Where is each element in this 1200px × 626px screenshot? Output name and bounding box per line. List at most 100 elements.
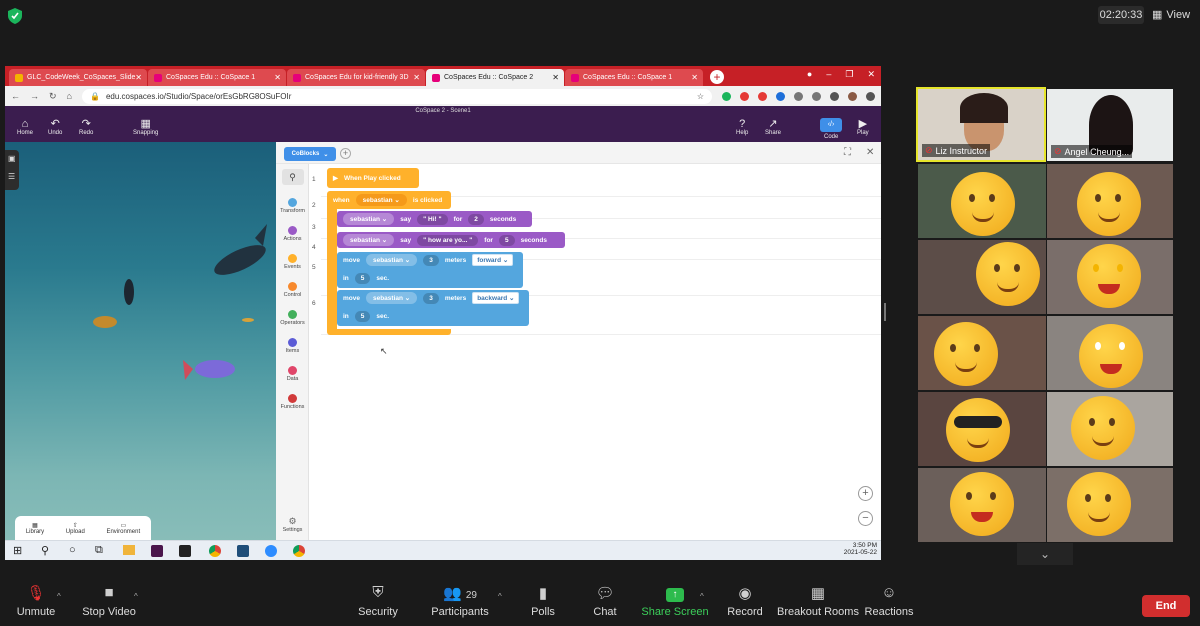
category-control[interactable]: Control bbox=[276, 282, 309, 298]
expand-icon[interactable]: ⛶ bbox=[844, 147, 851, 158]
object-dropdown[interactable]: sebastian ⌄ bbox=[365, 254, 418, 266]
direction-dropdown[interactable]: forward ⌄ bbox=[472, 254, 514, 266]
help-button[interactable]: ? Help bbox=[736, 119, 748, 137]
stop-video-button[interactable]: ■ Stop Video bbox=[64, 584, 154, 618]
browser-tab-active[interactable]: CoSpaces Edu :: CoSpace 2 ✕ bbox=[426, 69, 564, 86]
fish-sebastian[interactable] bbox=[195, 360, 235, 378]
code-workspace[interactable]: 1 2 3 4 5 6 ▶ When Play clicked when sebas… bbox=[309, 164, 881, 540]
browser-tab[interactable]: GLC_CodeWeek_CoSpaces_Slide ✕ bbox=[9, 69, 147, 86]
dolphin[interactable] bbox=[210, 239, 269, 281]
system-clock[interactable]: 3:50 PM 2021-05-22 bbox=[841, 542, 877, 556]
extension-icon[interactable] bbox=[775, 91, 785, 101]
close-window-icon[interactable]: ✕ bbox=[867, 69, 875, 80]
category-events[interactable]: Events bbox=[276, 254, 309, 270]
windows-start-icon[interactable]: ⊞ bbox=[13, 544, 22, 557]
close-icon[interactable]: ✕ bbox=[413, 73, 420, 82]
participant-video[interactable] bbox=[918, 392, 1046, 466]
participant-video[interactable] bbox=[1047, 164, 1173, 238]
category-actions[interactable]: Actions bbox=[276, 226, 309, 242]
participant-video[interactable]: ⊘ Angel Cheung... bbox=[1047, 89, 1173, 161]
zoom-icon[interactable] bbox=[265, 545, 277, 557]
reactions-button[interactable]: ☺ Reactions bbox=[844, 584, 934, 618]
participant-video[interactable] bbox=[1047, 468, 1173, 542]
puzzle-icon[interactable] bbox=[829, 91, 839, 101]
when-play-clicked-block[interactable]: ▶ When Play clicked bbox=[327, 168, 419, 188]
chrome-icon[interactable] bbox=[209, 545, 221, 557]
close-icon[interactable]: ✕ bbox=[866, 147, 874, 158]
number-input[interactable]: 5 bbox=[354, 310, 371, 322]
snapping-button[interactable]: ▦ Snapping bbox=[133, 119, 158, 137]
library-button[interactable]: ▦ Library bbox=[26, 522, 44, 535]
avatar-icon[interactable] bbox=[847, 91, 857, 101]
security-button[interactable]: ⛨ Security bbox=[333, 584, 423, 618]
back-icon[interactable]: ← bbox=[11, 91, 20, 101]
caret-up-icon[interactable]: ^ bbox=[57, 592, 61, 601]
home-button[interactable]: ⌂ Home bbox=[17, 119, 33, 137]
category-data[interactable]: Data bbox=[276, 366, 309, 382]
share-button[interactable]: ↗ Share bbox=[765, 119, 781, 137]
close-icon[interactable]: ✕ bbox=[552, 73, 559, 82]
close-icon[interactable]: ✕ bbox=[691, 73, 698, 82]
close-icon[interactable]: ✕ bbox=[274, 73, 281, 82]
gallery-next-page-button[interactable]: ⌄ bbox=[1017, 543, 1073, 565]
menu-icon[interactable] bbox=[865, 91, 875, 101]
extension-icon[interactable] bbox=[793, 91, 803, 101]
participant-video[interactable] bbox=[918, 240, 1046, 314]
number-input[interactable]: 2 bbox=[468, 213, 484, 225]
extension-icon[interactable] bbox=[721, 91, 731, 101]
slack-icon[interactable] bbox=[151, 545, 163, 557]
coblocks-tab[interactable]: CoBlocks ⌄ bbox=[284, 147, 336, 161]
text-input[interactable]: " Hi! " bbox=[417, 213, 448, 225]
browser-tab[interactable]: CoSpaces Edu :: CoSpace 1 ✕ bbox=[148, 69, 286, 86]
panel-divider[interactable] bbox=[884, 303, 886, 321]
participant-video[interactable] bbox=[1047, 240, 1173, 314]
extension-icon[interactable] bbox=[811, 91, 821, 101]
task-view-icon[interactable]: ⧉ bbox=[95, 544, 103, 557]
caret-up-icon[interactable]: ^ bbox=[134, 592, 138, 601]
browser-tab[interactable]: CoSpaces Edu for kid-friendly 3D ✕ bbox=[287, 69, 425, 86]
forward-icon[interactable]: → bbox=[30, 91, 39, 101]
upload-button[interactable]: ⇧ Upload bbox=[66, 522, 85, 535]
category-operators[interactable]: Operators bbox=[276, 310, 309, 326]
zoom-out-button[interactable]: − bbox=[858, 511, 873, 526]
view-button[interactable]: ▦ View bbox=[1152, 6, 1190, 24]
category-items[interactable]: Items bbox=[276, 338, 309, 354]
direction-dropdown[interactable]: backward ⌄ bbox=[472, 292, 520, 304]
text-input[interactable]: " how are yo... " bbox=[417, 234, 479, 246]
object-dropdown[interactable]: sebastian ⌄ bbox=[343, 234, 395, 246]
category-transform[interactable]: Transform bbox=[276, 198, 309, 214]
participant-video[interactable] bbox=[918, 468, 1046, 542]
chrome-icon[interactable] bbox=[293, 545, 305, 557]
play-button[interactable]: ▶ Play bbox=[857, 119, 869, 137]
code-button[interactable]: ‹/› bbox=[820, 118, 842, 132]
profile-icon[interactable]: ● bbox=[807, 69, 812, 80]
object-dropdown[interactable]: sebastian ⌄ bbox=[343, 213, 395, 225]
say-block[interactable]: sebastian ⌄ say " Hi! " for 2 seconds bbox=[337, 211, 532, 227]
settings-button[interactable]: ⚙ Settings bbox=[276, 516, 309, 533]
environment-button[interactable]: ▭ Environment bbox=[106, 522, 140, 535]
number-input[interactable]: 5 bbox=[354, 272, 371, 284]
undo-button[interactable]: ↶ Undo bbox=[48, 119, 62, 137]
number-input[interactable]: 3 bbox=[423, 254, 439, 266]
participant-video-active[interactable]: ⊘ Liz Instructor bbox=[916, 87, 1046, 162]
end-meeting-button[interactable]: End bbox=[1142, 595, 1190, 617]
home-icon[interactable]: ⌂ bbox=[67, 91, 72, 101]
file-explorer-icon[interactable] bbox=[123, 545, 135, 555]
crab[interactable] bbox=[93, 316, 117, 328]
browser-tab[interactable]: CoSpaces Edu :: CoSpace 1 ✕ bbox=[565, 69, 703, 86]
number-input[interactable]: 3 bbox=[423, 292, 439, 304]
participants-button[interactable]: 👥 29 Participants bbox=[415, 584, 505, 618]
close-icon[interactable]: ✕ bbox=[135, 73, 142, 82]
cortana-icon[interactable]: ○ bbox=[69, 544, 76, 556]
reload-icon[interactable]: ↻ bbox=[49, 91, 57, 102]
object-dropdown[interactable]: sebastian ⌄ bbox=[365, 292, 418, 304]
restore-icon[interactable]: ❐ bbox=[845, 69, 853, 80]
participant-video[interactable] bbox=[918, 164, 1046, 238]
small-fish[interactable] bbox=[242, 318, 254, 322]
participant-video[interactable] bbox=[1047, 392, 1173, 466]
minimize-icon[interactable]: – bbox=[826, 69, 831, 80]
url-field[interactable]: 🔒 edu.cospaces.io/Studio/Space/orEsGbRG8O… bbox=[81, 88, 712, 104]
number-input[interactable]: 5 bbox=[498, 234, 515, 246]
add-script-button[interactable]: + bbox=[340, 148, 351, 159]
star-icon[interactable]: ☆ bbox=[697, 92, 704, 101]
